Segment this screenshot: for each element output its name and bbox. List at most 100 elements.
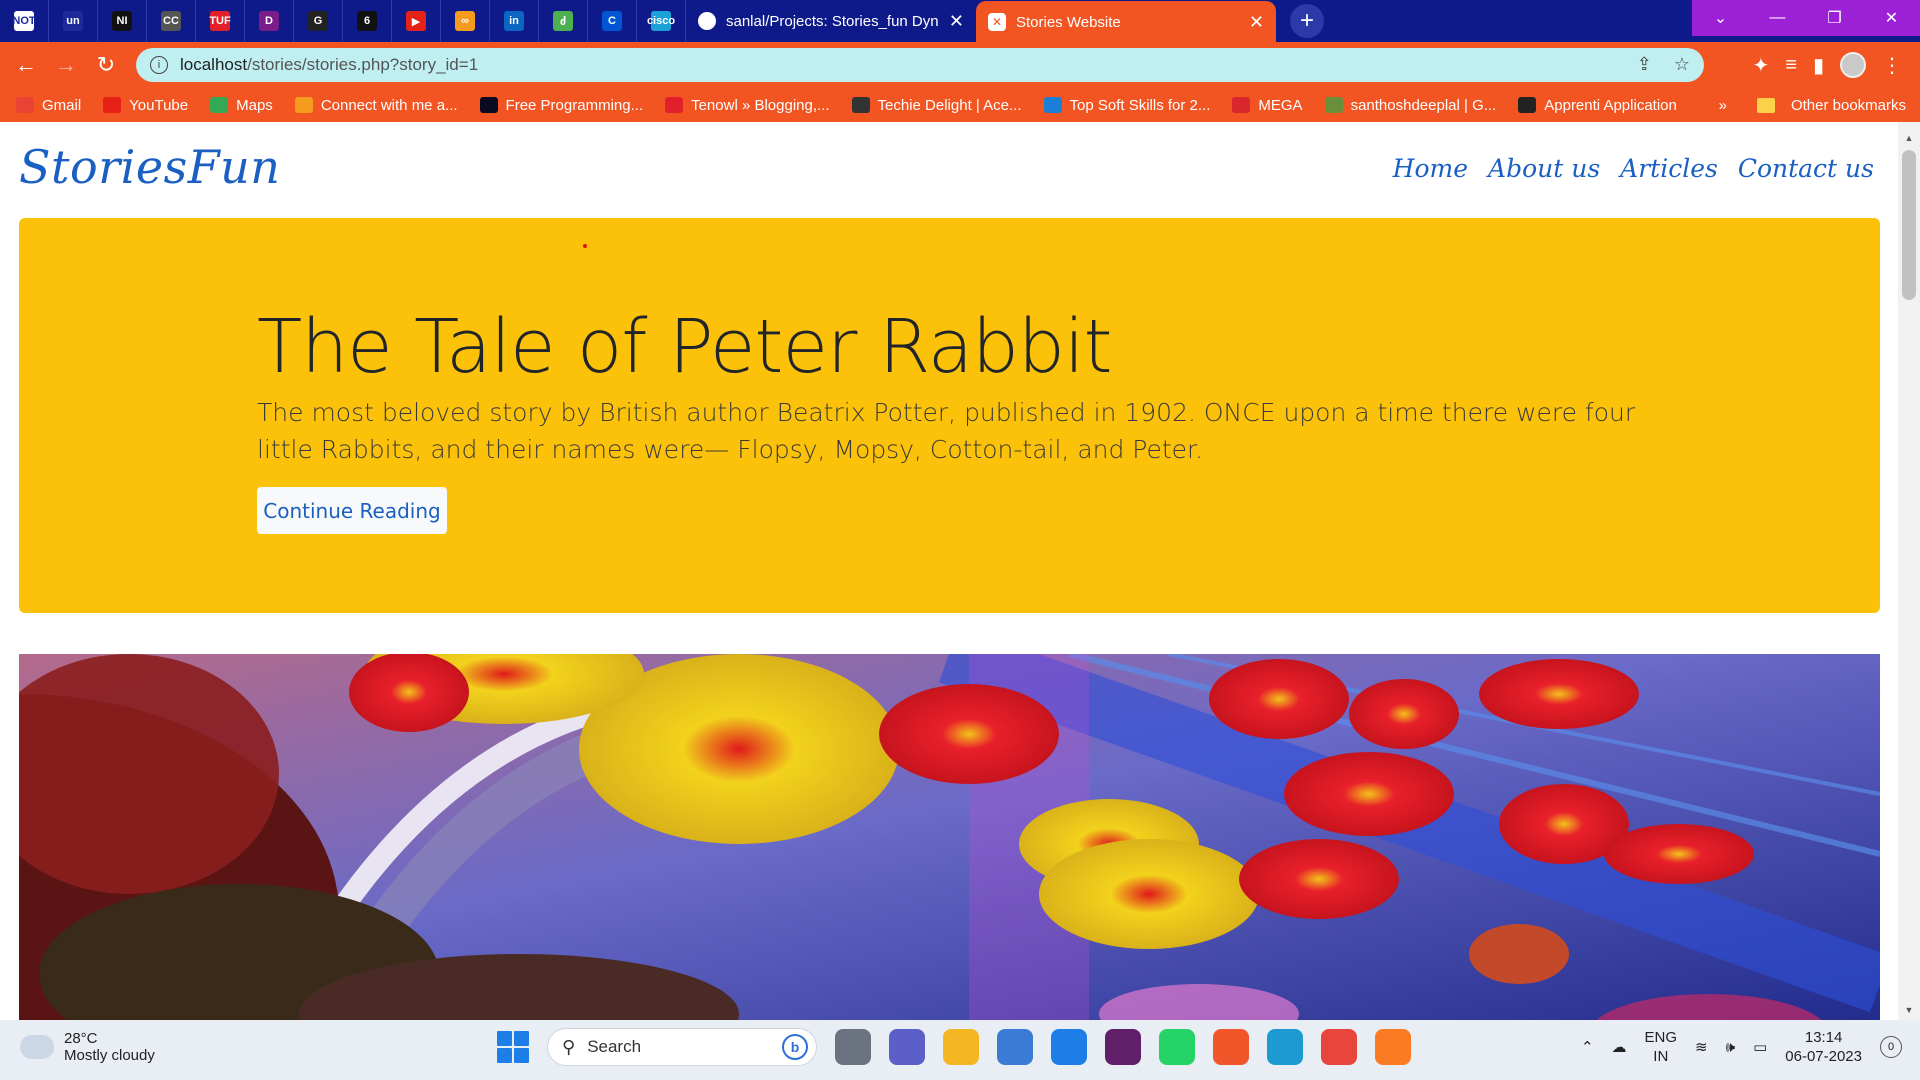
tab-title: sanlal/Projects: Stories_fun Dynar xyxy=(726,12,939,30)
pinned-tab[interactable]: un xyxy=(49,0,98,42)
restore-button[interactable]: ❐ xyxy=(1806,0,1863,36)
slack-icon[interactable] xyxy=(1105,1029,1141,1065)
bookmark-item[interactable]: MEGA xyxy=(1232,96,1303,114)
mega-icon xyxy=(1232,97,1251,113)
cc-icon: CC xyxy=(161,11,181,31)
more-bookmarks-button[interactable]: » xyxy=(1719,97,1727,114)
page-scrollbar[interactable]: ▲ ▼ xyxy=(1898,122,1920,1020)
nav-link[interactable]: Home xyxy=(1393,154,1468,183)
site-brand[interactable]: StoriesFun xyxy=(19,140,280,194)
new-tab-button[interactable]: + xyxy=(1290,4,1324,38)
task-view-icon[interactable] xyxy=(835,1029,871,1065)
notification-badge[interactable]: 0 xyxy=(1880,1036,1902,1058)
linkedin-icon: in xyxy=(504,11,524,31)
bookmark-item[interactable]: YouTube xyxy=(103,97,188,114)
pinned-tab[interactable]: C xyxy=(588,0,637,42)
taskbar-search[interactable]: ⚲ Search b xyxy=(547,1028,817,1066)
reload-button[interactable]: ↻ xyxy=(86,45,126,85)
youtube-icon xyxy=(103,97,122,113)
bookmark-item[interactable]: Maps xyxy=(210,97,273,114)
scrollbar-thumb[interactable] xyxy=(1902,150,1916,300)
bookmark-label: Techie Delight | Ace... xyxy=(877,96,1022,114)
close-window-button[interactable]: ✕ xyxy=(1863,0,1920,36)
pinned-tab[interactable]: CC xyxy=(147,0,196,42)
window-controls: ⌄ — ❐ ✕ xyxy=(1692,0,1920,36)
menu-icon[interactable]: ⋮ xyxy=(1882,53,1902,78)
edge-icon[interactable] xyxy=(1267,1029,1303,1065)
pinned-tab[interactable]: in xyxy=(490,0,539,42)
freecodecamp-icon xyxy=(479,97,498,113)
bookmark-item[interactable]: Gmail xyxy=(16,97,81,114)
weather-widget[interactable]: 28°C Mostly cloudy xyxy=(20,1027,155,1064)
brave-icon[interactable] xyxy=(1213,1029,1249,1065)
clock[interactable]: 13:14 06-07-2023 xyxy=(1785,1028,1862,1066)
bookmark-item[interactable]: Free Programming... xyxy=(479,97,643,114)
start-button[interactable] xyxy=(497,1031,529,1063)
bookmark-label: MEGA xyxy=(1258,96,1303,114)
forward-button[interactable]: → xyxy=(46,45,86,85)
pinned-tab[interactable]: ძ xyxy=(539,0,588,42)
address-bar[interactable]: i localhost/stories/stories.php?story_id… xyxy=(136,48,1704,82)
share-icon[interactable]: ⇪ xyxy=(1637,54,1652,75)
pinned-tab[interactable]: cisco xyxy=(637,0,686,42)
other-bookmarks-folder[interactable]: Other bookmarks xyxy=(1756,97,1906,114)
taskbar-apps: ⚲ Search b xyxy=(497,1028,1411,1066)
windows-taskbar: 28°C Mostly cloudy ⚲ Search b ⌃ ☁ ENG IN… xyxy=(0,1020,1920,1080)
scroll-up-arrow[interactable]: ▲ xyxy=(1898,130,1920,146)
nav-link[interactable]: Contact us xyxy=(1738,154,1874,183)
bookmark-label: Apprenti Application xyxy=(1544,96,1677,114)
tab-stories-website[interactable]: ✕ Stories Website ✕ xyxy=(976,1,1276,43)
help-icon[interactable] xyxy=(1051,1029,1087,1065)
pinned-tab[interactable]: ∞ xyxy=(441,0,490,42)
reading-list-icon[interactable]: ≡ xyxy=(1785,54,1797,77)
bookmark-item[interactable]: Connect with me a... xyxy=(294,97,458,114)
bookmark-star-icon[interactable]: ☆ xyxy=(1674,54,1690,75)
bookmark-label: YouTube xyxy=(129,96,189,114)
close-tab-icon[interactable]: ✕ xyxy=(949,11,964,32)
wifi-icon[interactable]: ≋ xyxy=(1695,1038,1708,1056)
chrome-icon[interactable] xyxy=(1321,1029,1357,1065)
language-indicator[interactable]: ENG IN xyxy=(1645,1028,1678,1066)
show-hidden-icons[interactable]: ⌃ xyxy=(1581,1038,1594,1056)
minimize-button[interactable]: — xyxy=(1749,0,1806,36)
nav-link[interactable]: Articles xyxy=(1620,154,1718,183)
bookmark-item[interactable]: Apprenti Application xyxy=(1518,97,1677,114)
bookmark-item[interactable]: Techie Delight | Ace... xyxy=(851,96,1022,114)
bookmark-item[interactable]: santhoshdeeplal | G... xyxy=(1324,97,1496,114)
bookmark-item[interactable]: Top Soft Skills for 2... xyxy=(1043,97,1210,114)
file-explorer-icon[interactable] xyxy=(943,1029,979,1065)
onedrive-icon[interactable]: ☁ xyxy=(1612,1038,1627,1056)
pinned-tab[interactable]: 6 xyxy=(343,0,392,42)
xampp-icon[interactable] xyxy=(1375,1029,1411,1065)
techiedelight-icon xyxy=(851,97,870,113)
scroll-down-arrow[interactable]: ▼ xyxy=(1898,1002,1920,1018)
continue-reading-button[interactable]: Continue Reading xyxy=(257,487,447,534)
story-summary: The most beloved story by British author… xyxy=(257,398,1636,464)
pinned-tab[interactable]: NOT xyxy=(0,0,49,42)
extensions-icon[interactable]: ✦ xyxy=(1753,53,1770,78)
pinned-tab[interactable]: NI xyxy=(98,0,147,42)
lang-top: ENG xyxy=(1644,1029,1678,1046)
tab-github-projects[interactable]: sanlal/Projects: Stories_fun Dynar ✕ xyxy=(686,0,976,42)
pinned-tab[interactable]: TUF xyxy=(196,0,245,42)
tab-title: Stories Website xyxy=(1016,13,1121,31)
store-icon[interactable] xyxy=(997,1029,1033,1065)
pinned-tab[interactable]: ▶ xyxy=(392,0,441,42)
side-panel-icon[interactable]: ▮ xyxy=(1813,53,1824,78)
tab-search-icon[interactable]: ⌄ xyxy=(1692,0,1749,36)
nav-link[interactable]: About us xyxy=(1488,154,1600,183)
battery-icon[interactable]: ▭ xyxy=(1753,1038,1767,1056)
volume-icon[interactable]: 🕪 xyxy=(1726,1039,1735,1056)
whatsapp-icon[interactable] xyxy=(1159,1029,1195,1065)
unstop-icon: un xyxy=(63,11,83,31)
profile-avatar[interactable] xyxy=(1840,52,1866,78)
pinned-tab[interactable]: G xyxy=(294,0,343,42)
close-tab-icon[interactable]: ✕ xyxy=(1249,12,1264,33)
bing-icon[interactable]: b xyxy=(782,1034,808,1060)
pinned-tab[interactable]: D xyxy=(245,0,294,42)
bookmark-item[interactable]: Tenowl » Blogging,... xyxy=(665,97,830,114)
site-info-icon[interactable]: i xyxy=(150,56,168,74)
back-button[interactable]: ← xyxy=(6,45,46,85)
connect-icon xyxy=(294,97,313,113)
teams-icon[interactable] xyxy=(889,1029,925,1065)
